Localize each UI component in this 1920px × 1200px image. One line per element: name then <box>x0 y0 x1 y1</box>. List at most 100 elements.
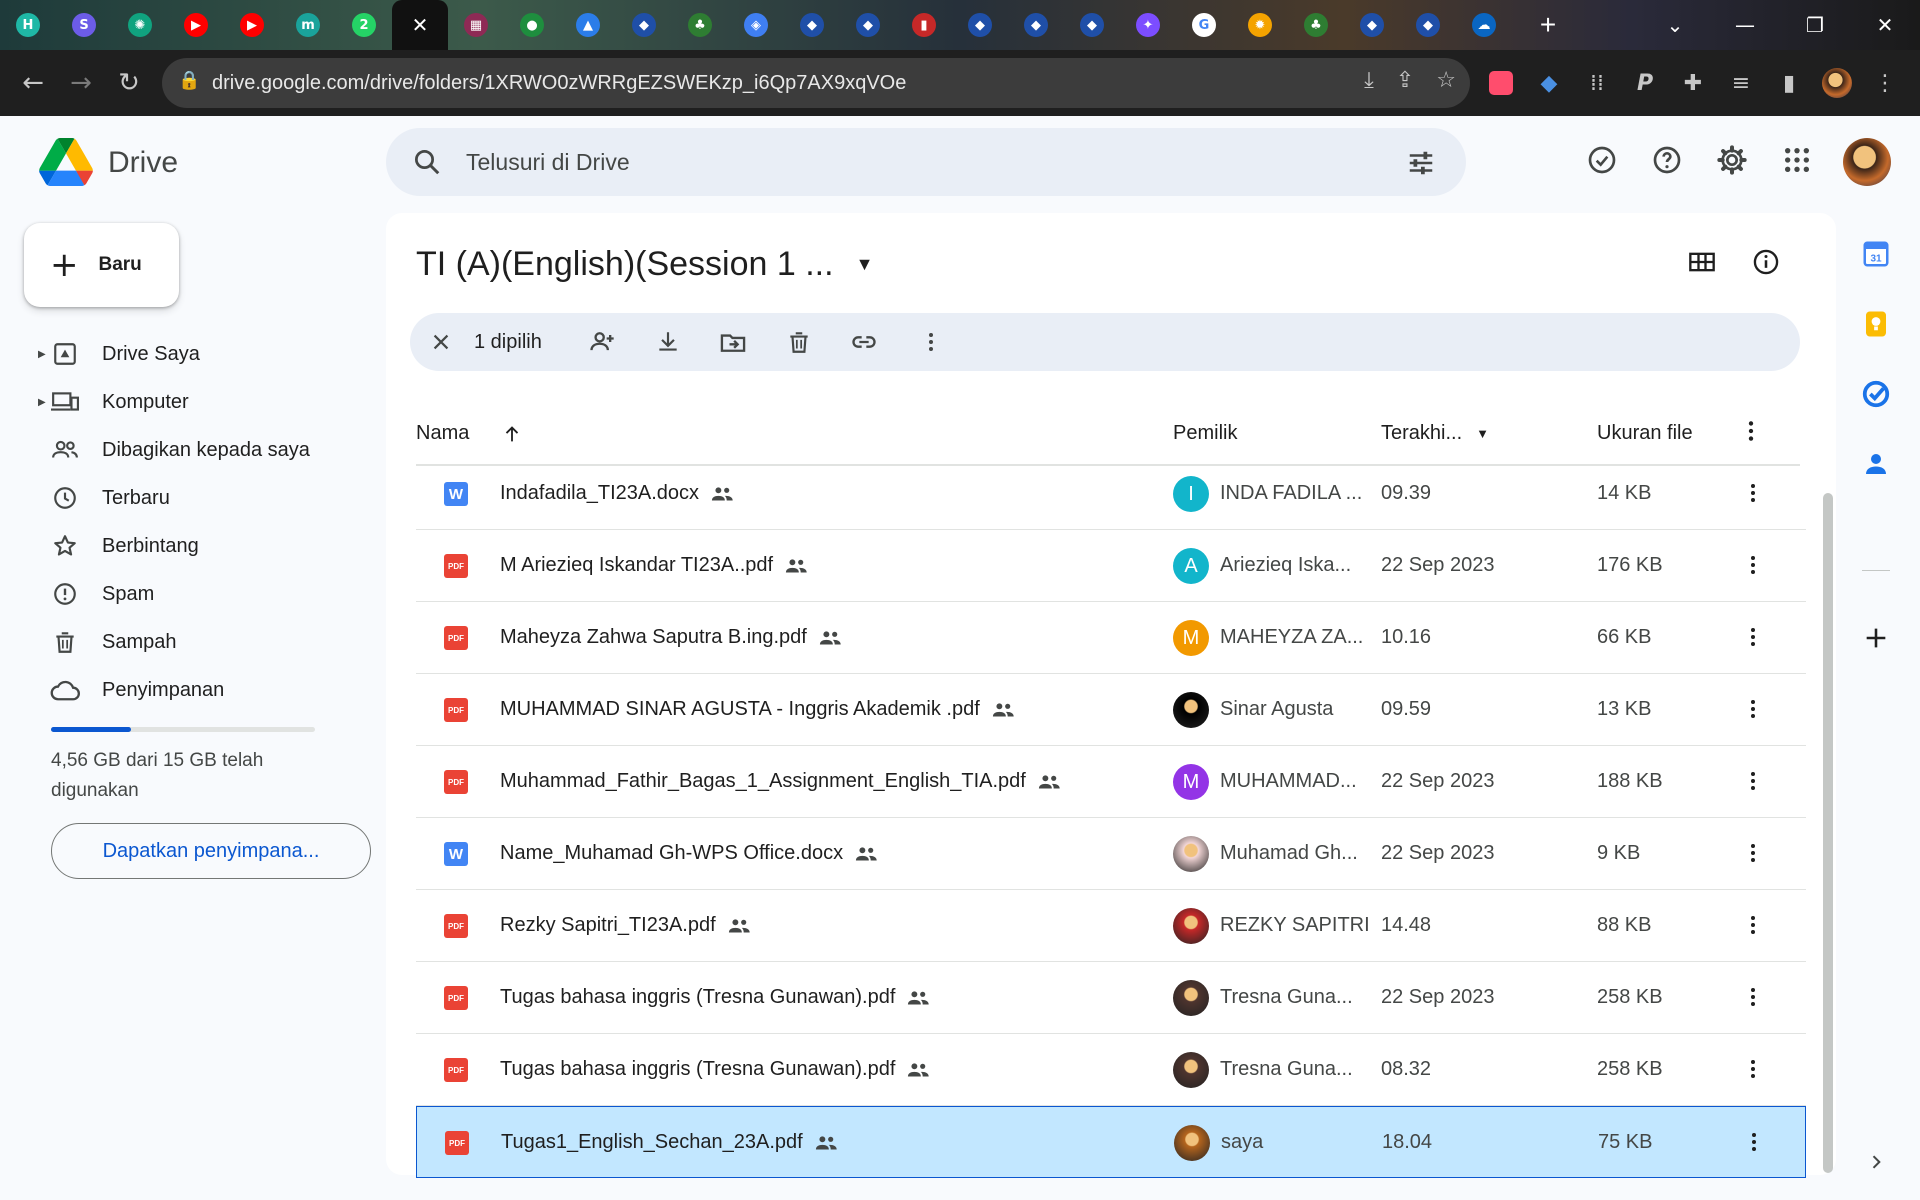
file-name[interactable]: Rezky Sapitri_TI23A.pdf <box>500 914 752 937</box>
minimize-button[interactable]: — <box>1710 0 1780 50</box>
search-icon[interactable] <box>412 147 442 177</box>
media-control-icon[interactable]: ≡ <box>1724 63 1758 103</box>
file-name[interactable]: Maheyza Zahwa Saputra B.ing.pdf <box>500 626 843 649</box>
column-options-icon[interactable] <box>1738 418 1764 444</box>
keep-icon[interactable] <box>1856 304 1896 344</box>
share-icon[interactable]: ⇪ <box>1396 68 1414 93</box>
sidebar-item-dibagikan-kepada-saya[interactable]: Dibagikan kepada saya <box>30 426 370 474</box>
close-window-button[interactable]: ✕ <box>1850 0 1920 50</box>
browser-tab[interactable]: ✹ <box>1232 0 1288 50</box>
browser-tab[interactable]: ◆ <box>1064 0 1120 50</box>
browser-tab[interactable]: G <box>1176 0 1232 50</box>
browser-tab[interactable]: ▲ <box>560 0 616 50</box>
tab-search-icon[interactable]: ⌄ <box>1640 0 1710 50</box>
file-name[interactable]: MUHAMMAD SINAR AGUSTA - Inggris Akademik… <box>500 698 1016 721</box>
sidebar-item-penyimpanan[interactable]: Penyimpanan <box>30 666 370 714</box>
extension-shield-icon[interactable]: ◆ <box>1532 63 1566 103</box>
info-icon[interactable] <box>1752 248 1780 276</box>
browser-tab[interactable]: ◆ <box>784 0 840 50</box>
more-vert-icon[interactable] <box>1738 622 1768 652</box>
reload-button[interactable]: ↻ <box>108 62 150 104</box>
sidebar-item-berbintang[interactable]: Berbintang <box>30 522 370 570</box>
account-avatar[interactable] <box>1843 138 1891 186</box>
back-button[interactable]: ← <box>12 62 54 104</box>
caret-right-icon[interactable]: ▶ <box>38 349 46 360</box>
caret-right-icon[interactable]: ▶ <box>38 397 46 408</box>
folder-title-button[interactable]: TI (A)(English)(Session 1 ... ▼ <box>416 245 873 284</box>
file-name[interactable]: Tugas1_English_Sechan_23A.pdf <box>501 1131 839 1154</box>
file-row[interactable]: PDF Rezky Sapitri_TI23A.pdf REZKY SAPITRI 1… <box>416 890 1806 962</box>
browser-tab[interactable]: ◆ <box>616 0 672 50</box>
trash-icon[interactable] <box>782 325 816 359</box>
browser-tab[interactable]: ◆ <box>1008 0 1064 50</box>
forward-button[interactable]: → <box>60 62 102 104</box>
browser-tab[interactable]: m <box>280 0 336 50</box>
sidebar-item-sampah[interactable]: Sampah <box>30 618 370 666</box>
drive-brand-text[interactable]: Drive <box>108 146 178 180</box>
sidebar-item-komputer[interactable]: ▶ Komputer <box>30 378 370 426</box>
file-row[interactable]: PDF Tugas bahasa inggris (Tresna Gunawan)… <box>416 1034 1806 1106</box>
extension-p-icon[interactable]: P <box>1628 63 1662 103</box>
file-row[interactable]: W Name_Muhamad Gh-WPS Office.docx Muhamad … <box>416 818 1806 890</box>
browser-tab[interactable]: S <box>56 0 112 50</box>
contacts-icon[interactable] <box>1856 444 1896 484</box>
scrollbar-thumb[interactable] <box>1823 493 1833 1173</box>
file-name[interactable]: Tugas bahasa inggris (Tresna Gunawan).pd… <box>500 1058 931 1081</box>
file-name[interactable]: Name_Muhamad Gh-WPS Office.docx <box>500 842 879 865</box>
sidebar-item-spam[interactable]: Spam <box>30 570 370 618</box>
browser-tab[interactable]: ✕ <box>392 0 448 50</box>
more-vert-icon[interactable] <box>1738 478 1768 508</box>
clear-selection-icon[interactable] <box>424 325 458 359</box>
more-vert-icon[interactable] <box>1738 982 1768 1012</box>
column-header-modified[interactable]: Terakhi... ▼ <box>1381 422 1489 445</box>
browser-tab[interactable]: ◈ <box>728 0 784 50</box>
browser-tab[interactable]: ◆ <box>952 0 1008 50</box>
file-name[interactable]: Muhammad_Fathir_Bagas_1_Assignment_Engli… <box>500 770 1062 793</box>
more-vert-icon[interactable] <box>1739 1127 1769 1157</box>
browser-menu-icon[interactable]: ⋮ <box>1868 63 1902 103</box>
search-input[interactable] <box>466 146 1366 178</box>
more-actions-icon[interactable] <box>914 325 948 359</box>
browser-tab[interactable]: ▶ <box>224 0 280 50</box>
browser-tab[interactable]: ◆ <box>1400 0 1456 50</box>
browser-tab[interactable]: ▮ <box>896 0 952 50</box>
sidebar-item-terbaru[interactable]: Terbaru <box>30 474 370 522</box>
more-vert-icon[interactable] <box>1738 910 1768 940</box>
sidebar-item-drive-saya[interactable]: ▶ Drive Saya <box>30 330 370 378</box>
copy-link-icon[interactable] <box>847 325 881 359</box>
url-text[interactable]: drive.google.com/drive/folders/1XRWO0zWR… <box>212 72 906 95</box>
grid-view-icon[interactable] <box>1688 248 1716 276</box>
browser-tab[interactable]: ♣ <box>1288 0 1344 50</box>
file-row[interactable]: PDF MUHAMMAD SINAR AGUSTA - Inggris Akade… <box>416 674 1806 746</box>
calendar-icon[interactable]: 31 <box>1856 234 1896 274</box>
more-vert-icon[interactable] <box>1738 694 1768 724</box>
search-bar[interactable] <box>386 128 1466 196</box>
bookmark-star-icon[interactable]: ☆ <box>1436 68 1456 93</box>
column-header-size[interactable]: Ukuran file <box>1597 422 1693 445</box>
browser-tab[interactable]: ▦ <box>448 0 504 50</box>
new-tab-button[interactable]: + <box>1525 0 1571 50</box>
more-vert-icon[interactable] <box>1738 838 1768 868</box>
tasks-icon[interactable] <box>1856 374 1896 414</box>
search-options-icon[interactable] <box>1406 148 1436 178</box>
column-header-name[interactable]: Nama <box>416 422 523 445</box>
side-panel-icon[interactable]: ▮ <box>1772 63 1806 103</box>
browser-tab[interactable]: ♣ <box>672 0 728 50</box>
google-apps-icon[interactable] <box>1777 140 1817 180</box>
file-row[interactable]: PDF Tugas bahasa inggris (Tresna Gunawan)… <box>416 962 1806 1034</box>
close-icon[interactable]: ✕ <box>412 13 429 37</box>
browser-tab[interactable]: ◆ <box>1344 0 1400 50</box>
file-row[interactable]: W Indafadila_TI23A.docx I INDA FADILA ... 09… <box>416 458 1806 530</box>
browser-tab[interactable]: ◆ <box>840 0 896 50</box>
scrollbar[interactable] <box>1823 493 1833 1173</box>
new-button[interactable]: + Baru <box>24 223 179 307</box>
browser-tab[interactable]: ▶ <box>168 0 224 50</box>
extensions-puzzle-icon[interactable]: ✚ <box>1676 63 1710 103</box>
drive-logo-icon[interactable] <box>38 138 94 186</box>
browser-tab[interactable]: ☁ <box>1456 0 1512 50</box>
more-vert-icon[interactable] <box>1738 1054 1768 1084</box>
browser-tab[interactable]: ✦ <box>1120 0 1176 50</box>
chevron-right-icon[interactable] <box>1856 1142 1896 1182</box>
extension-grid-icon[interactable]: ⁞⁞ <box>1580 63 1614 103</box>
restore-button[interactable]: ❐ <box>1780 0 1850 50</box>
